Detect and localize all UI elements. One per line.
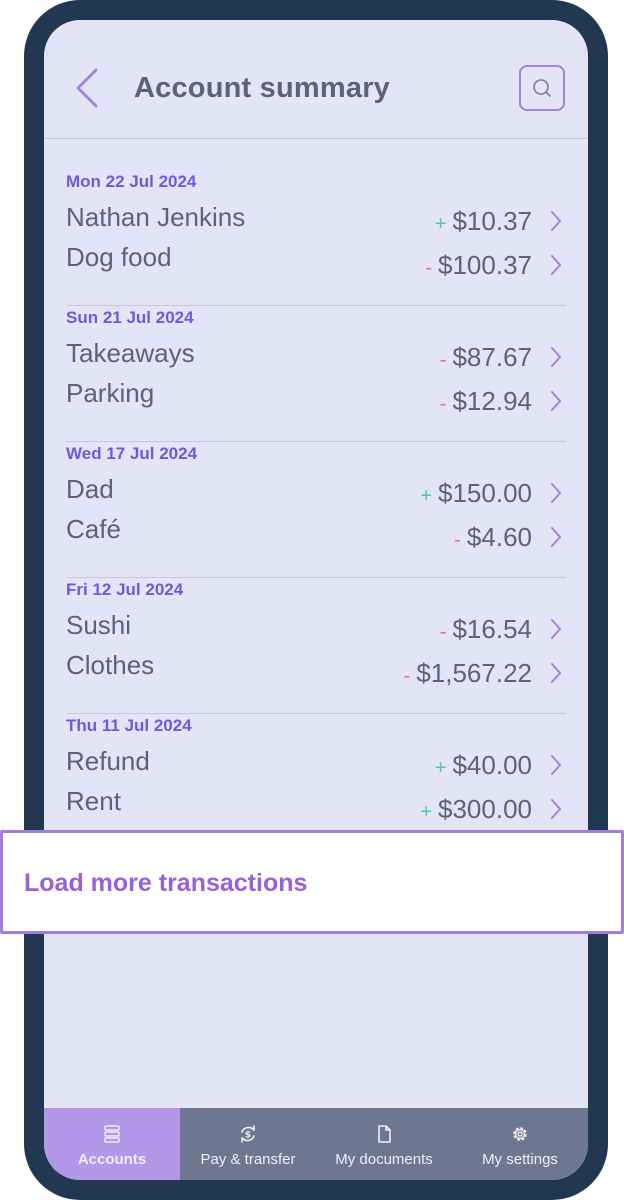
transaction-name: Parking [66, 378, 155, 408]
transaction-row[interactable]: Parking - $12.94 [66, 376, 566, 416]
transaction-date: Mon 22 Jul 2024 [66, 172, 197, 191]
transaction-row[interactable]: Dog food - $100.37 [66, 240, 566, 280]
transaction-row[interactable]: Takeaways - $87.67 [66, 336, 566, 376]
transaction-amount: $4.60 [466, 522, 532, 552]
transaction-name: Dad [66, 474, 114, 504]
transaction-amount: $16.54 [452, 614, 532, 644]
amount-sign: - [439, 349, 447, 371]
chevron-right-icon [551, 391, 561, 411]
transaction-amount: $300.00 [438, 794, 532, 824]
dollar-exchange-icon: $ [241, 1125, 255, 1143]
transaction-name: Takeaways [66, 338, 195, 368]
search-button[interactable] [519, 65, 565, 111]
list-icon [104, 1125, 120, 1143]
transaction-date: Wed 17 Jul 2024 [66, 444, 198, 463]
chevron-right-icon [551, 799, 561, 819]
chevron-right-icon [551, 255, 561, 275]
transaction-group: Mon 22 Jul 2024 Nathan Jenkins + $10.37 D… [66, 170, 566, 306]
page-title: Account summary [134, 72, 391, 104]
amount-sign: + [420, 801, 433, 823]
amount-sign: - [425, 257, 433, 279]
load-more-label: Load more transactions [24, 869, 308, 897]
transaction-amount: $87.67 [452, 342, 532, 372]
tab-label: Pay & transfer [200, 1151, 296, 1168]
transaction-row[interactable]: Refund + $40.00 [66, 744, 566, 784]
chevron-right-icon [551, 755, 561, 775]
phone-frame: Account summary Mon 22 Jul 2024 Nathan J… [24, 0, 608, 1200]
tab-pay-transfer[interactable]: $ Pay & transfer [180, 1108, 316, 1180]
tab-label: My settings [482, 1151, 558, 1168]
chevron-right-icon [551, 483, 561, 503]
chevron-right-icon [551, 347, 561, 367]
transaction-name: Dog food [66, 242, 172, 272]
chevron-right-icon [551, 663, 561, 683]
search-icon [533, 79, 551, 97]
chevron-right-icon [551, 527, 561, 547]
amount-sign: + [434, 757, 447, 779]
transaction-date: Thu 11 Jul 2024 [66, 716, 192, 735]
transaction-date: Sun 21 Jul 2024 [66, 308, 194, 327]
transaction-amount: $12.94 [452, 386, 532, 416]
chevron-right-icon [551, 619, 561, 639]
transaction-amount: $40.00 [452, 750, 532, 780]
transaction-row[interactable]: Café - $4.60 [66, 512, 566, 552]
svg-text:$: $ [245, 1131, 251, 1141]
amount-sign: + [434, 213, 447, 235]
gear-icon [513, 1127, 527, 1141]
tab-my-documents[interactable]: My documents [316, 1108, 452, 1180]
tab-accounts[interactable]: Accounts [44, 1108, 180, 1180]
transaction-name: Refund [66, 746, 150, 776]
header: Account summary [44, 20, 588, 139]
tab-label: My documents [335, 1151, 433, 1168]
transaction-name: Café [66, 514, 121, 544]
transaction-row[interactable]: Dad + $150.00 [66, 472, 566, 512]
transaction-amount: $100.37 [438, 250, 532, 280]
amount-sign: + [420, 485, 433, 507]
transaction-name: Sushi [66, 610, 132, 640]
transaction-group: Fri 12 Jul 2024 Sushi - $16.54 Clothes - $… [66, 578, 566, 714]
amount-sign: - [439, 621, 447, 643]
load-more-transactions-button[interactable]: Load more transactions [0, 830, 624, 934]
tab-label: Accounts [77, 1151, 147, 1168]
transaction-amount: $150.00 [438, 478, 532, 508]
bottom-tab-bar: Accounts $ Pay & transfer My documents M… [44, 1108, 588, 1180]
transaction-name: Rent [66, 786, 121, 816]
transaction-group: Sun 21 Jul 2024 Takeaways - $87.67 Parkin… [66, 306, 566, 442]
document-icon [378, 1125, 391, 1143]
amount-sign: - [454, 529, 461, 551]
chevron-right-icon [551, 211, 561, 231]
back-chevron-icon[interactable] [72, 66, 102, 110]
transaction-amount: $1,567.22 [416, 658, 532, 688]
transaction-row[interactable]: Nathan Jenkins + $10.37 [66, 200, 566, 240]
transaction-amount: $10.37 [452, 206, 532, 236]
transaction-row[interactable]: Clothes - $1,567.22 [66, 648, 566, 688]
transaction-list: Mon 22 Jul 2024 Nathan Jenkins + $10.37 D… [66, 170, 566, 850]
screen: Account summary Mon 22 Jul 2024 Nathan J… [44, 20, 588, 1180]
amount-sign: - [403, 665, 411, 687]
transaction-group: Wed 17 Jul 2024 Dad + $150.00 Café - $4.60 [66, 442, 566, 578]
transaction-name: Nathan Jenkins [66, 202, 246, 232]
tab-my-settings[interactable]: My settings [452, 1108, 588, 1180]
transaction-date: Fri 12 Jul 2024 [66, 580, 184, 599]
transaction-name: Clothes [66, 650, 155, 680]
amount-sign: - [439, 393, 447, 415]
transaction-row[interactable]: Rent + $300.00 [66, 784, 566, 824]
transaction-row[interactable]: Sushi - $16.54 [66, 608, 566, 648]
